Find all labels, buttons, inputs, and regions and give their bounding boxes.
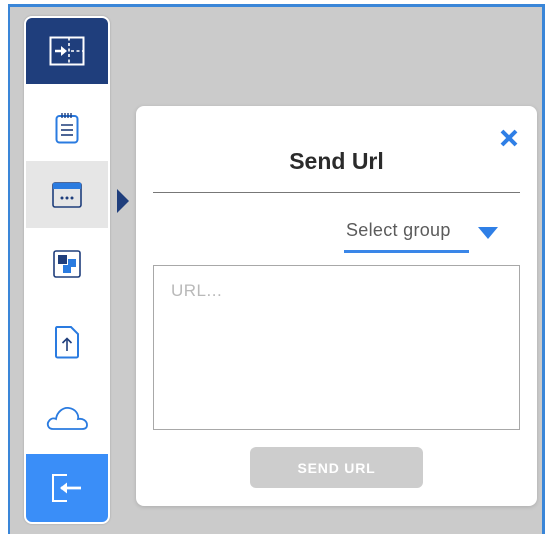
sidebar-item-notes[interactable] [26,94,108,161]
tiles-icon [53,249,81,278]
sidebar [24,16,110,524]
divider [153,192,520,193]
dialog-title: Send Url [289,148,384,174]
close-icon [500,129,518,147]
sidebar-item-collapse[interactable] [26,18,108,84]
sidebar-item-browser[interactable] [26,161,108,228]
app-frame: Send Url Select group SEND URL [0,0,549,538]
close-button[interactable] [497,126,521,150]
group-select-label: Select group [346,220,451,240]
browser-window-icon [52,181,82,208]
active-item-pointer [117,189,129,213]
send-url-dialog: Send Url Select group SEND URL [136,106,537,506]
url-input[interactable] [153,265,520,430]
exit-icon [52,474,81,502]
sidebar-item-upload[interactable] [26,308,108,375]
group-select[interactable]: Select group [344,218,504,254]
notepad-icon [55,112,79,143]
sidebar-item-cloud[interactable] [26,384,108,451]
caret-down-icon [478,227,498,239]
sidebar-item-tiles[interactable] [26,230,108,297]
group-select-underline [344,250,469,253]
sidebar-item-exit[interactable] [26,454,108,522]
collapse-sidebar-icon [49,36,85,66]
upload-file-icon [55,325,79,358]
cloud-icon [46,406,88,430]
send-url-button[interactable]: SEND URL [250,447,423,488]
